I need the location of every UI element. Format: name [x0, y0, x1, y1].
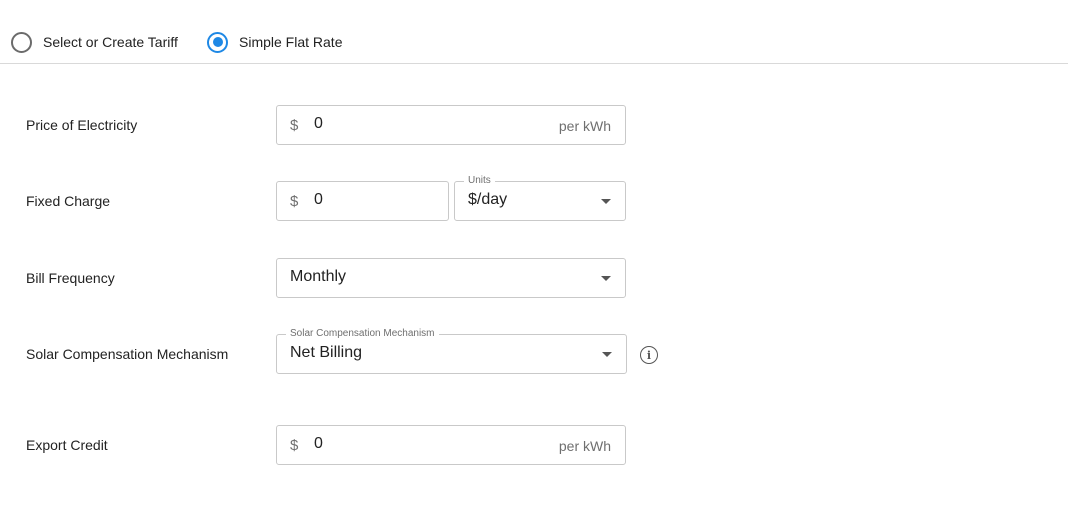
solar-compensation-field-label: Solar Compensation Mechanism [286, 328, 439, 340]
bill-frequency-label: Bill Frequency [26, 270, 115, 286]
currency-prefix: $ [290, 437, 299, 454]
chevron-down-icon[interactable] [601, 276, 611, 281]
units-value: $/day [468, 191, 508, 208]
unit-suffix: per kWh [558, 438, 611, 454]
export-credit-label: Export Credit [26, 437, 108, 453]
chevron-down-icon[interactable] [602, 352, 612, 357]
fixed-charge-input[interactable]: $ 0 [276, 181, 449, 221]
fixed-charge-label: Fixed Charge [26, 193, 111, 209]
fixed-charge-units-select[interactable]: Units $/day [454, 175, 626, 221]
export-credit-input[interactable]: $ 0 per kWh [276, 425, 626, 465]
bill-frequency-value: Monthly [290, 268, 347, 285]
currency-prefix: $ [290, 193, 299, 210]
tariff-mode-radio-group: Select or Create Tariff Simple Flat Rate [0, 0, 1068, 64]
currency-prefix: $ [290, 117, 299, 134]
radio-checked-icon[interactable] [207, 31, 228, 53]
radio-unchecked-icon[interactable] [11, 31, 32, 53]
radio-label: Simple Flat Rate [239, 34, 343, 50]
export-credit-value: 0 [314, 435, 323, 452]
bill-frequency-select[interactable]: Monthly [276, 258, 626, 298]
info-icon[interactable]: i [640, 346, 658, 364]
radio-simple-flat-rate[interactable]: Simple Flat Rate [207, 31, 342, 53]
radio-label: Select or Create Tariff [43, 34, 178, 50]
flat-rate-tariff-form: Select or Create Tariff Simple Flat Rate… [0, 0, 1068, 505]
solar-compensation-select[interactable]: Solar Compensation Mechanism Net Billing [276, 328, 627, 374]
price-of-electricity-label: Price of Electricity [26, 117, 138, 133]
unit-suffix: per kWh [558, 118, 611, 134]
solar-compensation-value: Net Billing [290, 344, 363, 361]
price-of-electricity-value: 0 [314, 115, 323, 132]
fixed-charge-value: 0 [314, 191, 323, 208]
units-field-label: Units [464, 175, 495, 187]
radio-select-or-create-tariff[interactable]: Select or Create Tariff [11, 31, 178, 53]
price-of-electricity-input[interactable]: $ 0 per kWh [276, 105, 626, 145]
chevron-down-icon[interactable] [601, 199, 611, 204]
solar-compensation-label: Solar Compensation Mechanism [26, 346, 229, 362]
